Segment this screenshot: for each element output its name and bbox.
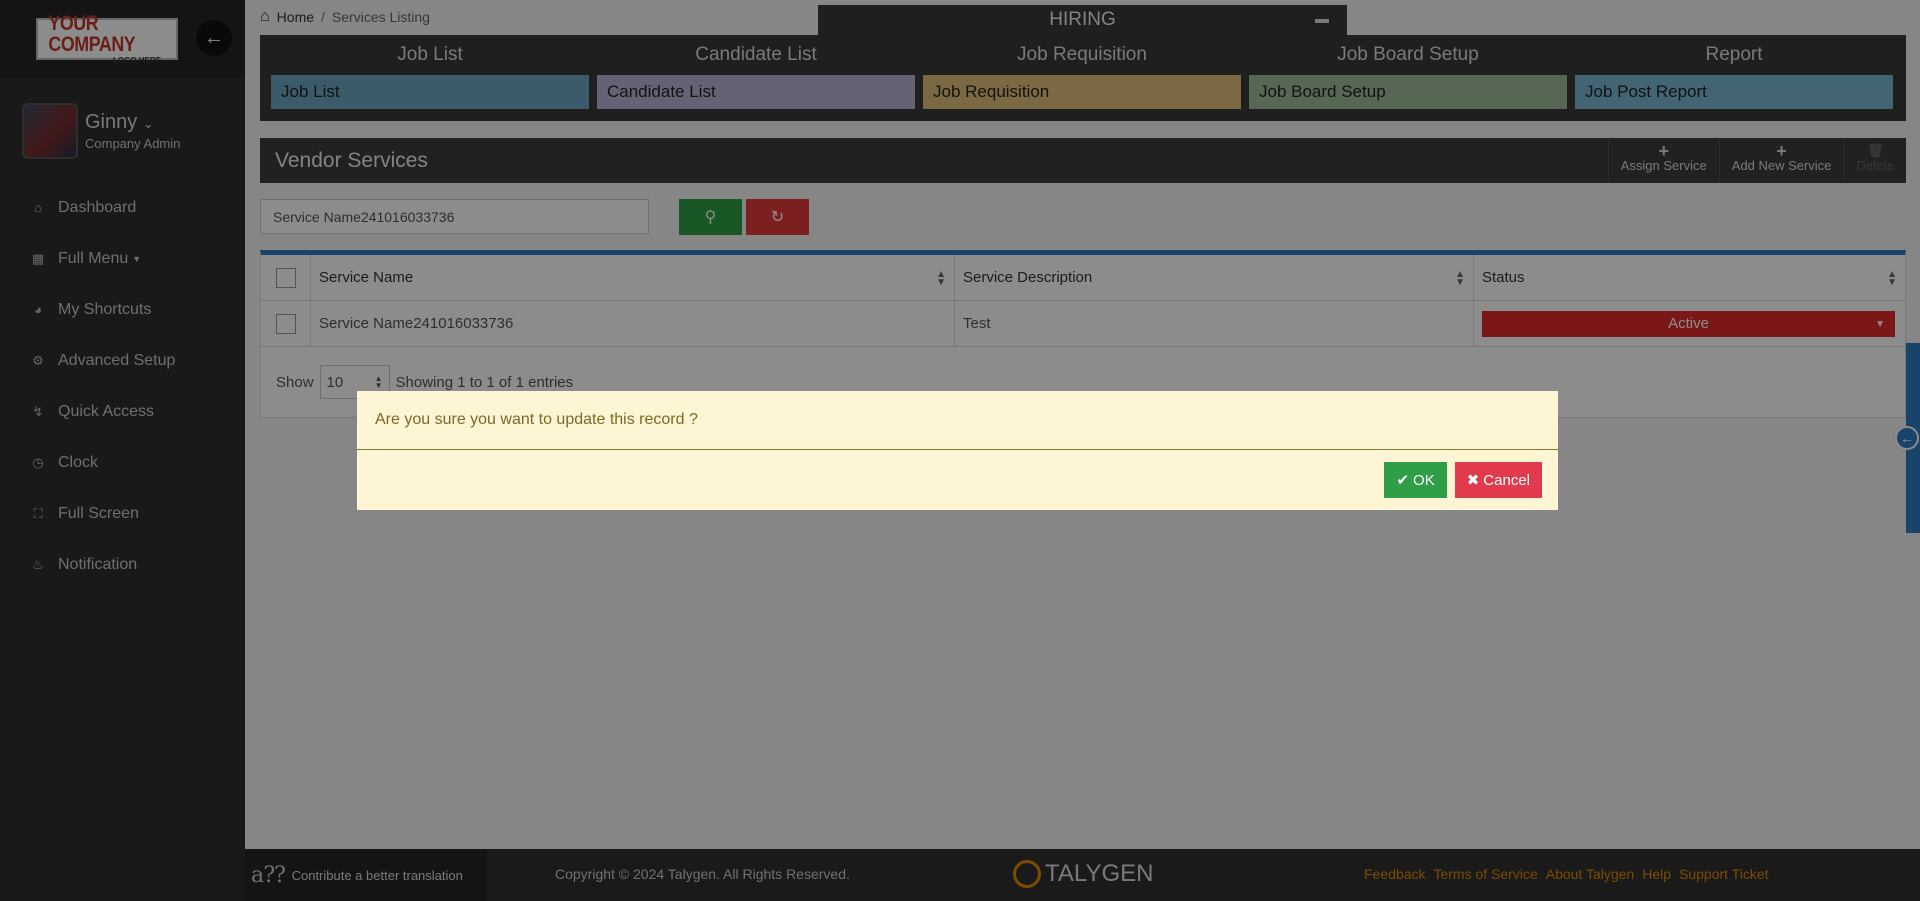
dialog-actions: ✔ OK ✖ Cancel	[1384, 462, 1542, 498]
cancel-label: Cancel	[1483, 471, 1530, 489]
confirm-message: Are you sure you want to update this rec…	[357, 391, 1558, 450]
close-icon: ✖	[1466, 472, 1480, 489]
check-icon: ✔	[1396, 472, 1410, 489]
confirm-dialog: Are you sure you want to update this rec…	[357, 391, 1558, 510]
ok-label: OK	[1413, 471, 1435, 489]
ok-button[interactable]: ✔ OK	[1384, 462, 1447, 498]
cancel-button[interactable]: ✖ Cancel	[1454, 462, 1542, 498]
